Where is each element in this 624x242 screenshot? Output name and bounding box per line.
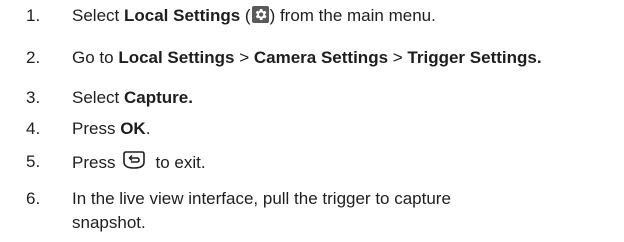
step-5-post: to exit.	[155, 153, 206, 172]
step-3-text: Select Capture.	[72, 86, 616, 110]
step-6-text: In the live view interface, pull the tri…	[72, 187, 616, 235]
step-1-text: Select Local Settings ( ) from the main m…	[72, 4, 616, 28]
step-5-pre: Press	[72, 153, 116, 172]
step-2-number: 2.	[26, 48, 41, 67]
step-1-post: ) from the main menu.	[269, 6, 436, 25]
step-4-number: 4.	[26, 119, 41, 138]
step-4-text: Press OK.	[72, 117, 616, 141]
step-2-text: Go to Local Settings > Camera Settings >…	[72, 46, 616, 70]
step-5-number: 5.	[26, 152, 41, 171]
step-2-local-settings: Local Settings	[118, 48, 235, 67]
step-2-sep2: >	[388, 48, 408, 67]
step-2-pre: Go to	[72, 48, 119, 67]
step-6-line-2: snapshot.	[72, 213, 146, 232]
step-4-pre: Press	[72, 119, 121, 138]
step-3-number: 3.	[26, 88, 41, 107]
step-1-number: 1.	[26, 6, 41, 25]
step-1-mid: (	[240, 6, 251, 25]
step-6-line-1: In the live view interface, pull the tri…	[72, 189, 451, 208]
step-2-sep1: >	[234, 48, 254, 67]
step-5-text: Press to exit.	[72, 150, 616, 175]
step-4-post: .	[145, 119, 151, 138]
step-3-pre: Select	[72, 88, 124, 107]
step-1-local-settings: Local Settings	[123, 6, 241, 25]
step-2-camera-settings: Camera Settings	[253, 48, 389, 67]
step-2-trigger-settings: Trigger Settings.	[407, 48, 542, 67]
step-4-ok: OK	[120, 119, 146, 138]
step-6-number: 6.	[26, 189, 41, 208]
back-button-icon	[121, 150, 147, 170]
step-3-capture: Capture.	[123, 88, 193, 107]
gear-icon	[251, 6, 269, 23]
step-1-pre: Select	[72, 6, 124, 25]
